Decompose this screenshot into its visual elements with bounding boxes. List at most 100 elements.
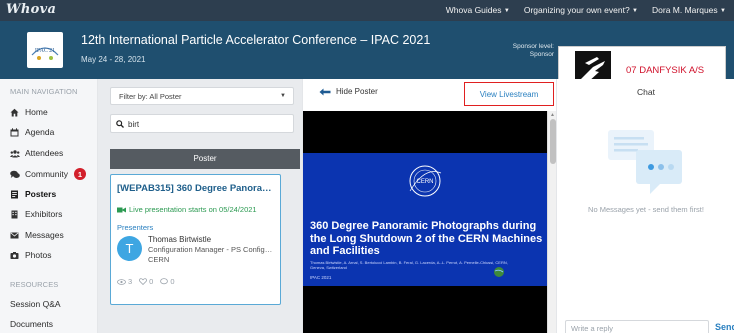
svg-text:CERN: CERN (416, 179, 433, 185)
chat-panel: Chat No Messages yet - send them first! … (556, 79, 734, 333)
sidebar-item-photos[interactable]: Photos (10, 250, 51, 260)
chevron-down-icon: ▼ (280, 93, 286, 99)
ipac-logo-icon: IPAC'21 (31, 47, 59, 60)
event-dates: May 24 - 28, 2021 (81, 55, 146, 64)
event-title: 12th International Particle Accelerator … (81, 33, 431, 47)
cern-logo-icon: CERN (409, 165, 442, 197)
live-presentation-text: Live presentation starts on 05/24/2021 (129, 205, 257, 214)
sidebar-item-session-qa[interactable]: Session Q&A (10, 299, 61, 309)
live-presentation-notice: Live presentation starts on 05/24/2021 (117, 205, 257, 214)
sidebar-item-attendees[interactable]: Attendees (10, 148, 63, 158)
sidebar-item-exhibitors[interactable]: Exhibitors (10, 209, 62, 219)
whova-guides-menu[interactable]: Whova Guides ▼ (446, 5, 510, 15)
sidebar-item-posters[interactable]: Posters (10, 189, 56, 199)
poster-stats: 3 0 0 (117, 277, 175, 286)
chat-empty-message: No Messages yet - send them first! (588, 205, 704, 214)
presenter-avatar[interactable]: T (117, 236, 142, 261)
presenter-name[interactable]: Thomas Birtwistle (148, 235, 211, 244)
section-resources: RESOURCES (10, 280, 59, 289)
sidebar-item-label: Home (25, 107, 48, 117)
top-bar: Whova Whova Guides ▼ Organizing your own… (0, 0, 734, 21)
whova-logo[interactable]: Whova (6, 2, 56, 17)
poster-card-title[interactable]: [WEPAB315] 360 Degree Panoramic Photogra… (117, 183, 277, 194)
comment-icon (160, 278, 169, 285)
empty-chat-illustration (608, 130, 682, 194)
calendar-icon (10, 127, 19, 137)
sidebar-item-label: Messages (25, 230, 64, 240)
poster-icon (10, 190, 19, 199)
notification-badge: 1 (73, 168, 86, 180)
building-icon (10, 210, 19, 219)
event-header: IPAC'21 12th International Particle Acce… (0, 21, 734, 95)
user-menu[interactable]: Dora M. Marques ▼ (652, 5, 726, 15)
whova-guides-label: Whova Guides (445, 5, 502, 15)
poster-slide-footer: IPAC 2021 (310, 275, 332, 280)
eye-icon (117, 278, 126, 285)
section-main-navigation: MAIN NAVIGATION (10, 87, 78, 96)
video-camera-icon (117, 207, 126, 212)
event-logo: IPAC'21 (27, 32, 63, 68)
sidebar-item-messages[interactable]: Messages (10, 230, 64, 240)
people-icon (10, 149, 20, 158)
poster-filter-select[interactable]: Filter by: All Poster ▼ (110, 87, 294, 105)
sidebar-item-agenda[interactable]: Agenda (10, 127, 54, 137)
sidebar-item-label: Community (25, 169, 68, 179)
filter-select-value: Filter by: All Poster (119, 92, 182, 101)
sidebar-item-label: Agenda (25, 127, 55, 137)
chevron-down-icon: ▼ (720, 8, 726, 14)
chevron-down-icon: ▼ (503, 8, 510, 14)
envelope-icon (10, 231, 19, 240)
heart-icon (139, 278, 148, 285)
chat-send-button[interactable]: Send (715, 322, 734, 332)
sidebar-item-label: Exhibitors (25, 209, 63, 219)
organizing-menu[interactable]: Organizing your own event? ▼ (524, 5, 638, 15)
sidebar-item-label: Attendees (25, 148, 64, 158)
presenters-label: Presenters (117, 223, 154, 232)
svg-text:IPAC'21: IPAC'21 (35, 48, 55, 54)
hide-poster-label: Hide Poster (336, 87, 378, 96)
poster-list-panel: Filter by: All Poster ▼ Poster [WEPAB315… (98, 79, 302, 333)
arrow-left-icon (319, 88, 331, 95)
poster-slide-title: 360 Degree Panoramic Photographs during … (310, 220, 543, 257)
home-icon (10, 108, 19, 117)
chat-title: Chat (637, 87, 655, 97)
presenter-role: Configuration Manager - PS Configuration (148, 245, 276, 254)
sidebar-item-label: Posters (25, 189, 57, 199)
sponsor-level-label: Sponsor level: (512, 43, 554, 50)
user-name: Dora M. Marques (652, 5, 718, 15)
poster-card[interactable]: [WEPAB315] 360 Degree Panoramic Photogra… (110, 174, 281, 305)
poster-search-box[interactable] (110, 114, 294, 133)
poster-slide-authors: Thomas Birtwistle, A. Arnal, S. Bertoluc… (310, 260, 508, 270)
globe-icon (494, 267, 504, 277)
poster-viewer: Hide Poster View Livestream CERN 360 Deg… (302, 79, 557, 333)
sidebar-item-home[interactable]: Home (10, 107, 48, 117)
likes-stat[interactable]: 0 (139, 277, 153, 286)
sponsor-level: Sponsor level: Sponsor (480, 43, 554, 58)
sponsor-level-value: Sponsor (529, 50, 554, 58)
sidebar-item-label: Photos (25, 250, 52, 260)
sidebar-item-community[interactable]: Community 1 (10, 168, 86, 180)
comments-stat[interactable]: 0 (160, 277, 175, 286)
comments-count: 0 (170, 277, 175, 286)
likes-count: 0 (149, 277, 154, 286)
organizing-label: Organizing your own event? (523, 5, 630, 15)
poster-document[interactable]: CERN 360 Degree Panoramic Photographs du… (303, 111, 547, 333)
hide-poster-button[interactable]: Hide Poster (319, 87, 378, 96)
view-livestream-button[interactable]: View Livestream (464, 82, 554, 106)
views-stat: 3 (117, 277, 132, 286)
chevron-down-icon: ▼ (632, 8, 638, 14)
camera-icon (10, 251, 19, 260)
presenter-org: CERN (148, 255, 170, 264)
scroll-up-icon[interactable]: ▲ (550, 112, 555, 118)
sidebar-item-documents[interactable]: Documents (10, 319, 53, 329)
poster-slide: CERN 360 Degree Panoramic Photographs du… (303, 153, 547, 286)
top-nav: Whova Guides ▼ Organizing your own event… (446, 5, 726, 15)
views-count: 3 (128, 277, 133, 286)
search-icon (116, 120, 124, 128)
chat-bubbles-icon (10, 170, 20, 179)
poster-list-header: Poster (110, 149, 300, 169)
search-input[interactable] (128, 118, 288, 130)
chat-reply-input[interactable]: Write a reply (565, 320, 709, 333)
sponsor-name: 07 DANFYSIK A/S (626, 65, 705, 76)
sidebar: MAIN NAVIGATION Home Agenda Attendees Co… (0, 79, 98, 333)
